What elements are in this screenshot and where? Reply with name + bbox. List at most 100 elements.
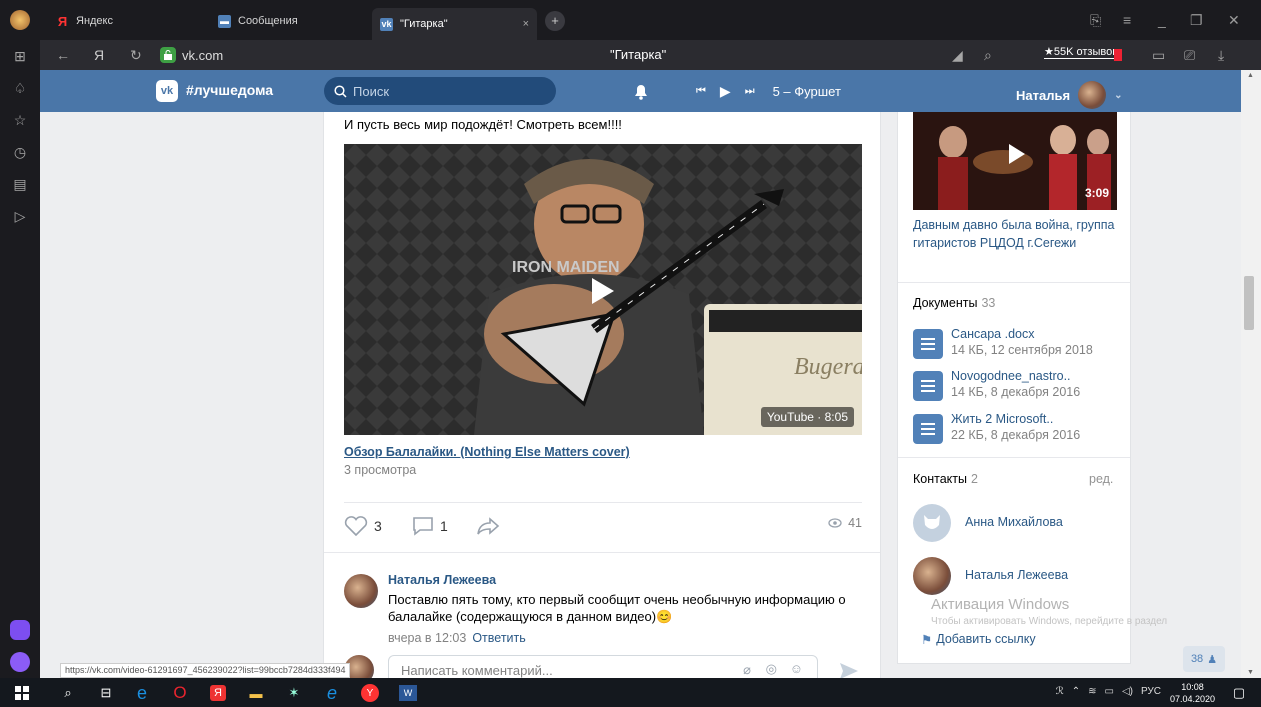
scrollbar-thumb[interactable] (1244, 276, 1254, 330)
bookmark-flag-icon[interactable] (1114, 49, 1122, 61)
play-icon[interactable]: ▶ (720, 83, 731, 100)
header-hashtag[interactable]: #лучшедома (186, 82, 273, 98)
documents-header[interactable]: Документы 33 (913, 296, 995, 310)
play-icon[interactable] (590, 276, 616, 306)
camera-icon[interactable]: ◎ (766, 661, 777, 677)
media-play-icon[interactable]: ▷ (10, 208, 30, 228)
minimize-icon[interactable]: _ (1158, 12, 1166, 28)
track-title[interactable]: 5 – Фуршет (773, 84, 841, 99)
share-icon (477, 517, 500, 535)
comment-button[interactable]: 1 (412, 516, 448, 536)
apps-grid-icon[interactable]: ⊞ (10, 48, 30, 68)
comment-author[interactable]: Наталья Лежеева (388, 573, 496, 587)
battery-icon[interactable]: ▭ (1152, 47, 1165, 64)
bell-icon[interactable] (634, 84, 648, 100)
chevron-down-icon: ⌄ (1114, 89, 1123, 101)
extension-icon[interactable]: ◢ (952, 47, 963, 64)
yandex-app-icon[interactable]: Y (360, 683, 380, 703)
tray-chevron-icon[interactable]: ⌃ (1072, 686, 1080, 697)
document-item[interactable]: Novogodnee_nastro.. 14 КБ, 8 декабря 201… (913, 369, 1123, 405)
wifi-icon[interactable]: ≋ (1088, 686, 1096, 697)
windows-activation-text: Чтобы активировать Windows, перейдите в … (931, 616, 1168, 627)
windows-start-icon[interactable] (12, 683, 32, 703)
language-indicator[interactable]: РУС (1141, 686, 1161, 697)
windows-activation-title: Активация Windows (931, 596, 1070, 613)
add-link-button[interactable]: ⚑ Добавить ссылку (921, 632, 1036, 647)
search-icon (334, 84, 347, 98)
reviews-badge[interactable]: ★55K отзывов (1044, 45, 1119, 59)
related-video-title[interactable]: Давным давно была война, группа гитарист… (913, 216, 1123, 252)
alice-app-icon[interactable] (10, 620, 30, 640)
emoji-icon[interactable]: ☺ (790, 661, 803, 676)
notifications-icon[interactable]: ♤ (10, 80, 30, 100)
yandex-home-icon[interactable]: Я (94, 47, 104, 63)
tab-messages[interactable]: ▬ Сообщения (210, 8, 360, 34)
close-window-icon[interactable]: ✕ (1228, 12, 1240, 29)
user-name: Наталья (1016, 87, 1071, 103)
people-icon[interactable]: ℛ (1056, 686, 1064, 697)
comment-author-avatar[interactable] (344, 574, 378, 608)
lock-icon[interactable] (160, 47, 176, 63)
notification-center-icon[interactable]: ▢ (1229, 683, 1249, 703)
url-field[interactable]: vk.com (160, 44, 223, 66)
attach-icon[interactable]: ⌀ (743, 662, 751, 678)
reply-link[interactable]: Ответить (472, 631, 525, 645)
collections-icon[interactable]: ⎘ (1090, 12, 1101, 29)
wand-icon[interactable]: ✶ (284, 683, 304, 703)
online-friends-badge[interactable]: 38 ♟ (1183, 646, 1225, 672)
translate-icon[interactable]: ⎚ (1184, 47, 1195, 64)
play-icon[interactable] (1007, 142, 1027, 166)
document-icon (913, 329, 943, 359)
comment-input[interactable] (401, 662, 721, 678)
document-item[interactable]: Сансара .docx 14 КБ, 12 сентября 2018 (913, 327, 1123, 363)
svg-text:IRON MAIDEN: IRON MAIDEN (512, 259, 620, 276)
share-button[interactable] (476, 516, 500, 536)
downloads-icon[interactable]: ▤ (10, 176, 30, 196)
vk-logo[interactable]: vk (156, 80, 178, 102)
edit-link[interactable]: ред. (1089, 472, 1113, 486)
volume-icon[interactable]: ◁) (1122, 686, 1133, 697)
reload-icon[interactable]: ↻ (130, 47, 142, 64)
zoom-icon[interactable]: ⌕ (984, 47, 992, 64)
like-button[interactable]: 3 (344, 516, 382, 536)
new-tab-button[interactable]: + (545, 11, 565, 31)
download-arrow-icon[interactable]: ⤓ (1218, 47, 1224, 64)
contacts-header[interactable]: Контакты 2 (913, 472, 978, 486)
tab-yandex[interactable]: Я Яндекс (48, 8, 198, 34)
battery-icon[interactable]: ▭ (1104, 686, 1113, 697)
task-view-icon[interactable]: ⊟ (96, 683, 116, 703)
prev-track-icon[interactable]: ⏮ (696, 85, 706, 98)
scroll-up-icon[interactable]: ▲ (1247, 72, 1254, 79)
page-scrollbar[interactable]: ▲ ▼ (1241, 70, 1261, 678)
opera-icon[interactable]: O (170, 683, 190, 703)
history-clock-icon[interactable]: ◷ (10, 144, 30, 164)
search-box[interactable] (324, 77, 556, 105)
comment-time[interactable]: вчера в 12:03 (388, 631, 466, 645)
contact-item[interactable]: Наталья Лежеева (913, 557, 1123, 597)
contact-item[interactable]: Анна Михайлова (913, 504, 1123, 544)
taskbar-clock[interactable]: 10:08 07.04.2020 (1170, 681, 1215, 705)
menu-icon[interactable]: ≡ (1123, 12, 1131, 28)
alice-assistant-icon[interactable] (10, 652, 30, 672)
internet-explorer-icon[interactable]: e (322, 683, 342, 703)
close-tab-icon[interactable]: × (523, 18, 529, 30)
search-icon[interactable]: ⌕ (58, 683, 78, 703)
document-item[interactable]: Жить 2 Microsoft.. 22 КБ, 8 декабря 2016 (913, 412, 1123, 448)
browser-profile-icon[interactable] (10, 10, 30, 30)
related-video[interactable]: 3:09 (913, 112, 1117, 210)
tab-gitarka[interactable]: vk "Гитарка" × (372, 8, 537, 40)
yandex-browser-icon[interactable]: Я (208, 683, 228, 703)
file-explorer-icon[interactable]: ▬ (246, 683, 266, 703)
edge-icon[interactable]: e (132, 683, 152, 703)
user-menu[interactable]: Наталья ⌄ (1016, 81, 1122, 109)
next-track-icon[interactable]: ⏭ (745, 85, 755, 98)
bookmarks-star-icon[interactable]: ☆ (10, 112, 30, 132)
video-title-link[interactable]: Обзор Балалайки. (Nothing Else Matters c… (344, 445, 630, 459)
search-input[interactable] (353, 83, 533, 99)
back-arrow-icon[interactable]: ← (56, 47, 70, 63)
browser-sidebar: ⊞ ♤ ☆ ◷ ▤ ▷ (0, 40, 40, 678)
video-player[interactable]: Bugera IRON MAIDEN YouTube · 8:05 (344, 144, 862, 435)
restore-icon[interactable]: ❐ (1190, 12, 1203, 29)
word-icon[interactable]: W (398, 683, 418, 703)
scroll-down-icon[interactable]: ▼ (1247, 669, 1254, 676)
